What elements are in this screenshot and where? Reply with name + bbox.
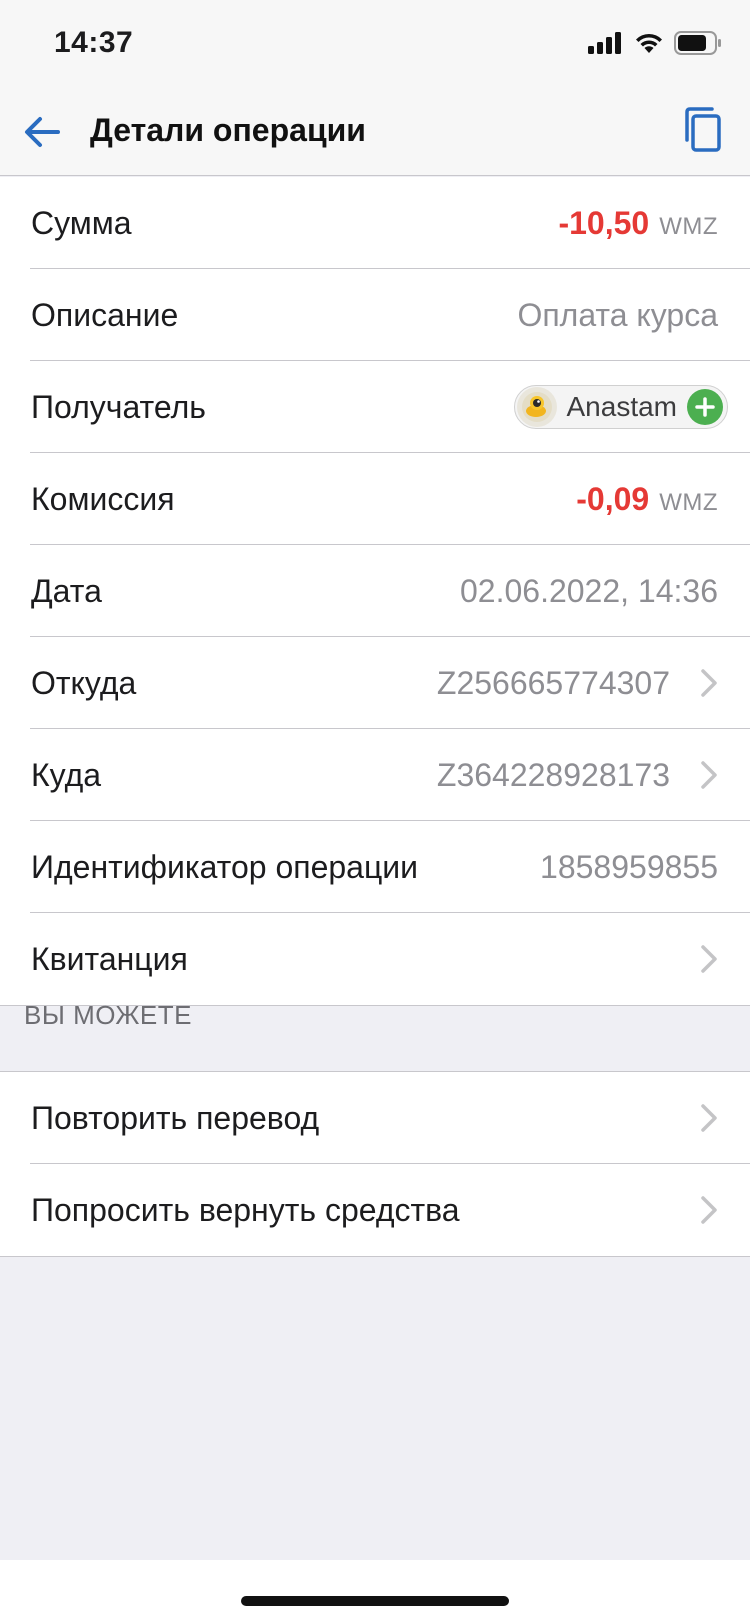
amount-number: -10,50	[558, 204, 650, 241]
chevron-right-icon	[701, 1196, 717, 1224]
row-operation-id: Идентификатор операции 1858959855	[0, 821, 750, 913]
home-indicator[interactable]	[241, 1596, 509, 1606]
description-value: Оплата курса	[517, 296, 718, 333]
receipt-label: Квитанция	[31, 940, 188, 977]
add-contact-button[interactable]	[687, 389, 723, 425]
from-label: Откуда	[31, 664, 137, 701]
recipient-label: Получатель	[31, 388, 206, 425]
copy-button[interactable]	[678, 106, 728, 156]
to-label: Куда	[31, 756, 102, 793]
date-value: 02.06.2022, 14:36	[459, 572, 718, 609]
navigation-bar: Детали операции	[0, 88, 750, 176]
actions-section-header: ВЫ МОЖЕТЕ	[24, 1000, 192, 1030]
back-button[interactable]	[20, 110, 64, 154]
operation-id-label: Идентификатор операции	[31, 848, 419, 885]
signal-icon	[588, 32, 621, 54]
operation-details: Сумма -10,50 WMZ Описание Оплата курса П…	[0, 177, 750, 1006]
amount-value: -10,50 WMZ	[558, 205, 718, 242]
arrow-left-icon	[25, 117, 60, 147]
fee-number: -0,09	[576, 480, 650, 517]
row-recipient: Получатель Anastam	[0, 361, 750, 453]
recipient-name: Anastam	[566, 391, 678, 422]
page-title: Детали операции	[90, 112, 366, 148]
recipient-chip[interactable]: Anastam	[513, 385, 728, 429]
actions-list: Повторить перевод Попросить вернуть сред…	[0, 1071, 750, 1257]
operation-id-value: 1858959855	[540, 848, 718, 885]
status-time: 14:37	[54, 26, 134, 59]
home-indicator-area	[0, 1560, 750, 1624]
fee-value: -0,09 WMZ	[576, 481, 718, 518]
status-bar: 14:37	[0, 0, 750, 88]
amount-label: Сумма	[31, 204, 132, 241]
status-icons	[588, 28, 722, 58]
row-date: Дата 02.06.2022, 14:36	[0, 545, 750, 637]
chevron-right-icon	[701, 761, 717, 789]
repeat-transfer-item[interactable]: Повторить перевод	[0, 1072, 750, 1164]
row-amount: Сумма -10,50 WMZ	[0, 177, 750, 269]
fee-currency: WMZ	[659, 488, 718, 516]
webmoney-avatar-icon	[516, 387, 557, 427]
amount-currency: WMZ	[659, 212, 718, 240]
battery-icon	[674, 31, 721, 55]
description-label: Описание	[31, 296, 179, 333]
chevron-right-icon	[701, 669, 717, 697]
request-refund-item[interactable]: Попросить вернуть средства	[0, 1164, 750, 1256]
plus-icon	[695, 397, 715, 417]
date-label: Дата	[31, 572, 102, 609]
copy-icon	[685, 107, 721, 152]
row-fee: Комиссия -0,09 WMZ	[0, 453, 750, 545]
repeat-transfer-label: Повторить перевод	[31, 1099, 320, 1136]
wifi-icon	[636, 33, 662, 53]
from-purse: Z256665774307	[436, 664, 670, 701]
row-description: Описание Оплата курса	[0, 269, 750, 361]
row-receipt[interactable]: Квитанция	[0, 913, 750, 1005]
row-from[interactable]: Откуда Z256665774307	[0, 637, 750, 729]
request-refund-label: Попросить вернуть средства	[31, 1191, 460, 1228]
chevron-right-icon	[701, 1104, 717, 1132]
to-purse: Z364228928173	[436, 756, 670, 793]
chevron-right-icon	[701, 945, 717, 973]
fee-label: Комиссия	[31, 480, 175, 517]
row-to[interactable]: Куда Z364228928173	[0, 729, 750, 821]
